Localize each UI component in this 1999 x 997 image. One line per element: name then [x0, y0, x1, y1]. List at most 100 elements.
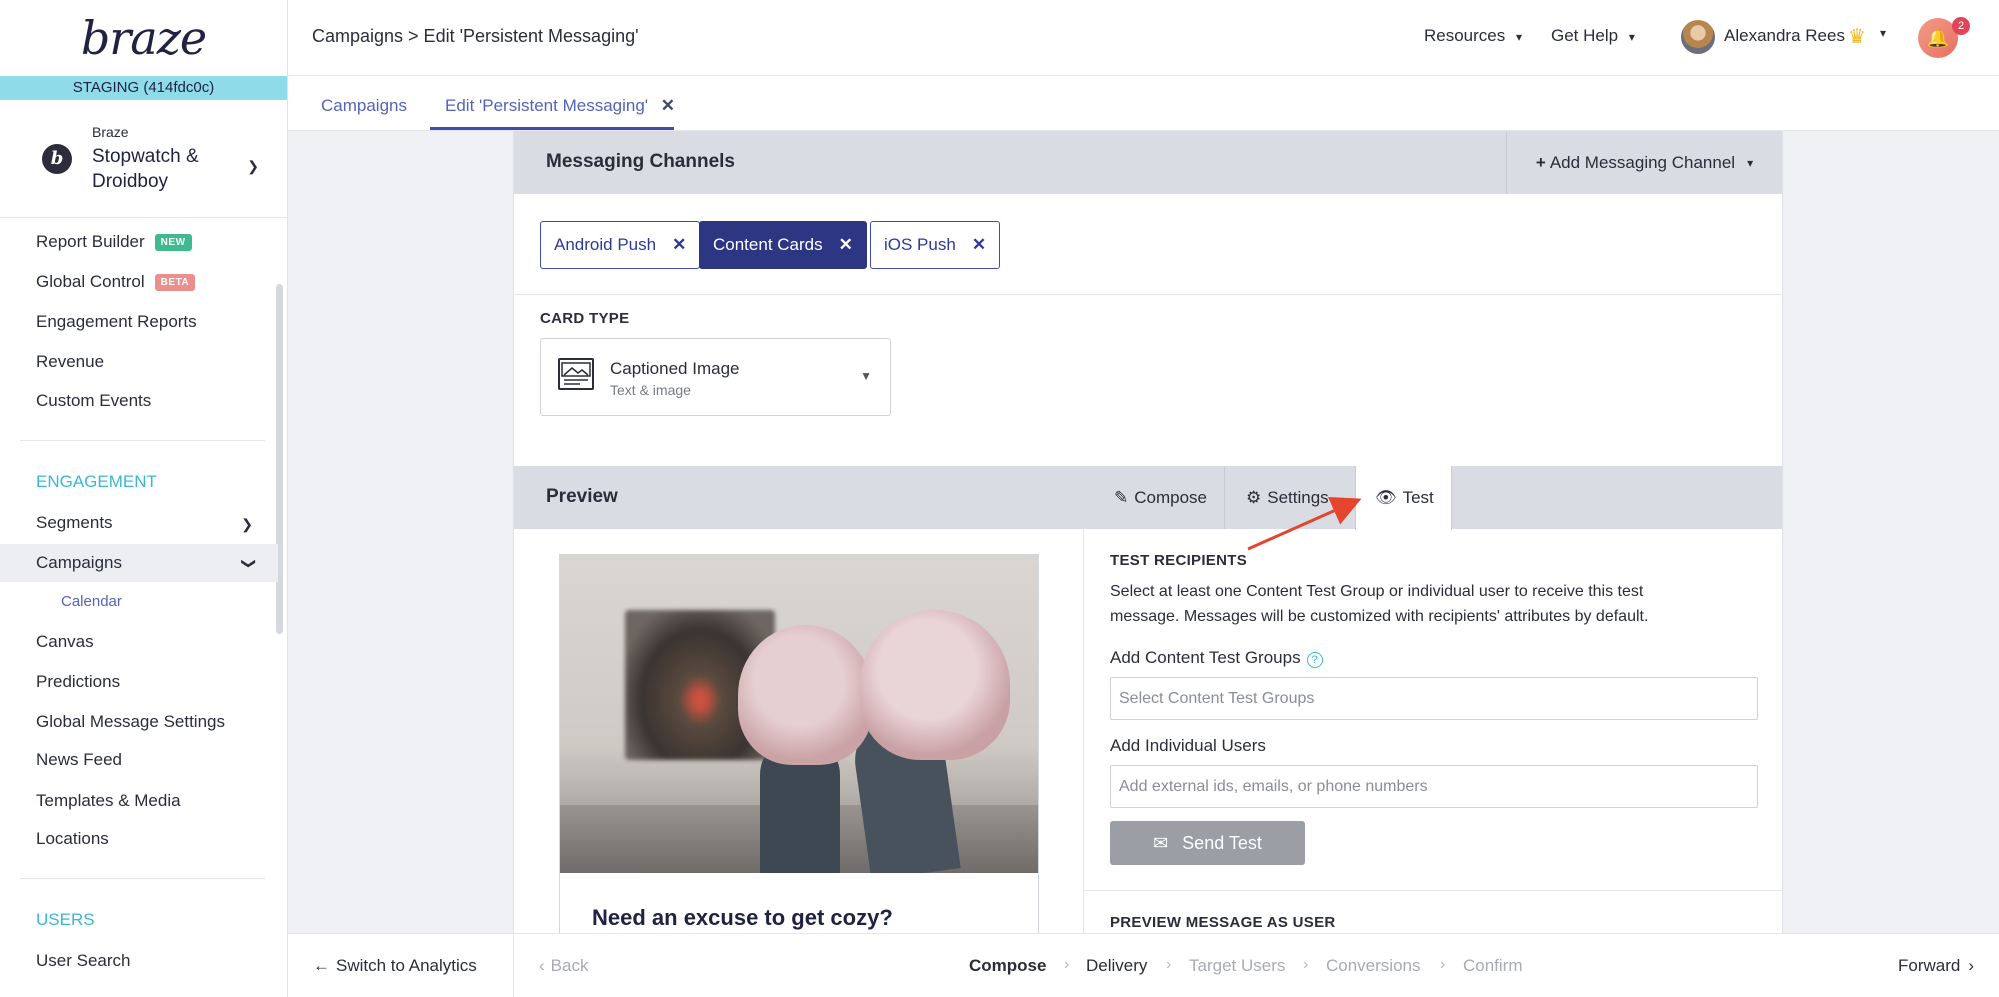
close-icon[interactable]: ✕ [672, 235, 686, 255]
close-icon[interactable]: ✕ [839, 235, 853, 255]
chevron-down-icon: ▾ [1747, 155, 1754, 170]
sidebar-divider [20, 440, 265, 441]
channel-chip-content-cards[interactable]: Content Cards ✕ [699, 221, 867, 269]
forward-button[interactable]: Forward › [1898, 956, 1974, 976]
sidebar-item-report-builder[interactable]: Report Builder NEW [36, 232, 192, 252]
channel-chip-ios-push[interactable]: iOS Push ✕ [870, 221, 1001, 269]
braze-logo[interactable]: braze [0, 0, 287, 76]
messaging-channels-title: Messaging Channels [546, 151, 735, 172]
sidebar-item-custom-events[interactable]: Custom Events [36, 391, 151, 411]
individual-users-input[interactable]: Add external ids, emails, or phone numbe… [1110, 765, 1758, 808]
divider [1083, 529, 1084, 933]
user-name[interactable]: Alexandra Rees [1724, 26, 1845, 46]
step-conversions[interactable]: Conversions [1326, 956, 1421, 976]
sidebar-item-locations[interactable]: Locations [36, 829, 109, 849]
step-target-users[interactable]: Target Users [1189, 956, 1285, 976]
card-type-name: Captioned Image [610, 359, 740, 378]
pencil-icon: ✎ [1114, 487, 1129, 507]
sidebar-item-global-message-settings[interactable]: Global Message Settings [36, 712, 225, 732]
tab-edit-campaign[interactable]: Edit 'Persistent Messaging' ✕ [445, 96, 675, 116]
divider [513, 934, 514, 997]
chevron-down-icon: ▾ [1516, 30, 1523, 44]
switch-to-analytics-button[interactable]: ← Switch to Analytics [313, 956, 477, 976]
arrow-left-icon: ← [313, 956, 330, 975]
preview-as-user-heading: PREVIEW MESSAGE AS USER [1110, 914, 1336, 931]
test-recipients-heading: TEST RECIPIENTS [1110, 552, 1248, 569]
workspace-name: Stopwatch & Droidboy [92, 145, 199, 192]
chevron-right-icon: › [1968, 956, 1975, 975]
step-delivery[interactable]: Delivery [1086, 956, 1147, 976]
tab-settings[interactable]: ⚙ Settings [1226, 466, 1349, 529]
card-type-select[interactable]: Captioned Image Text & image ▼ [540, 338, 891, 416]
caret-down-icon: ▼ [860, 369, 872, 383]
messaging-channels-header: Messaging Channels + Add Messaging Chann… [514, 131, 1782, 194]
channel-chip-android-push[interactable]: Android Push ✕ [540, 221, 701, 269]
breadcrumb: Campaigns > Edit 'Persistent Messaging' [312, 26, 639, 46]
close-icon[interactable]: ✕ [972, 235, 986, 255]
envelope-icon: ✉ [1153, 832, 1169, 853]
sidebar-item-campaigns[interactable]: Campaigns [36, 553, 122, 573]
eye-icon: 👁 [1375, 487, 1397, 507]
footer-nav: ← Switch to Analytics ‹ Back Compose › Del… [288, 933, 1999, 997]
divider [514, 294, 1782, 295]
tab-compose[interactable]: ✎ Compose [1094, 466, 1227, 529]
chevron-down-icon: ❯ [247, 158, 259, 174]
chevron-right-icon: › [1064, 956, 1070, 973]
card-image [560, 555, 1038, 873]
gear-icon: ⚙ [1246, 487, 1262, 507]
sidebar-item-revenue[interactable]: Revenue [36, 352, 104, 372]
plus-icon: + [1535, 152, 1546, 172]
help-icon[interactable]: ? [1306, 652, 1323, 668]
tab-separator [1224, 466, 1225, 529]
card-type-description: Text & image [610, 382, 691, 398]
sidebar-item-predictions[interactable]: Predictions [36, 672, 120, 692]
org-name: Braze [92, 123, 129, 140]
content-test-groups-select[interactable]: Select Content Test Groups [1110, 677, 1758, 720]
new-badge: NEW [154, 233, 192, 251]
chevron-left-icon: ‹ [539, 956, 545, 975]
avatar[interactable] [1681, 20, 1715, 54]
beta-badge: BETA [154, 273, 196, 291]
back-button[interactable]: ‹ Back [539, 956, 588, 976]
resources-menu[interactable]: Resources ▾ [1424, 26, 1522, 46]
crown-icon: ♛ [1848, 26, 1866, 48]
get-help-menu[interactable]: Get Help ▾ [1551, 26, 1635, 46]
chevron-right-icon: ❯ [241, 516, 253, 532]
sidebar-item-engagement-reports[interactable]: Engagement Reports [36, 312, 197, 332]
sidebar-item-templates-media[interactable]: Templates & Media [36, 791, 181, 811]
content-test-groups-label: Add Content Test Groups? [1110, 648, 1323, 668]
content-card-preview: Need an excuse to get cozy? [559, 554, 1039, 933]
chevron-right-icon: › [1303, 956, 1309, 973]
sidebar-item-global-control[interactable]: Global Control BETA [36, 272, 196, 292]
chevron-right-icon: › [1166, 956, 1172, 973]
top-header: Campaigns > Edit 'Persistent Messaging' … [288, 0, 1999, 76]
chevron-down-icon: ▾ [1628, 30, 1635, 44]
close-icon[interactable]: ✕ [661, 96, 675, 115]
sidebar-item-news-feed[interactable]: News Feed [36, 750, 122, 770]
sidebar-item-calendar[interactable]: Calendar [61, 593, 122, 610]
users-heading: USERS [36, 910, 95, 929]
individual-users-label: Add Individual Users [1110, 736, 1266, 755]
sidebar-item-canvas[interactable]: Canvas [36, 632, 94, 652]
step-compose[interactable]: Compose [969, 956, 1046, 976]
send-test-button[interactable]: ✉ Send Test [1110, 821, 1305, 865]
chevron-down-icon: ❯ [241, 557, 258, 570]
sidebar-item-user-search[interactable]: User Search [36, 951, 130, 971]
active-tab-indicator [430, 127, 674, 130]
workspace-switcher[interactable]: b Braze Stopwatch & Droidboy ❯ [0, 100, 287, 218]
sidebar-item-segments[interactable]: Segments [36, 513, 256, 533]
test-description: Select at least one Content Test Group o… [1110, 583, 1649, 625]
captioned-image-icon [558, 358, 594, 390]
divider [1084, 890, 1782, 891]
step-confirm[interactable]: Confirm [1463, 956, 1523, 976]
card-headline: Need an excuse to get cozy? [592, 905, 893, 930]
tab-test[interactable]: 👁 Test [1355, 466, 1454, 529]
chevron-down-icon[interactable]: ▾ [1880, 26, 1886, 40]
sidebar: braze STAGING (414fdc0c) b Braze Stopwat… [0, 0, 288, 997]
chevron-right-icon: › [1440, 956, 1446, 973]
sidebar-divider [20, 878, 265, 879]
company-logo-icon: b [42, 143, 72, 174]
engagement-heading: ENGAGEMENT [36, 472, 157, 491]
tab-campaigns[interactable]: Campaigns [321, 96, 407, 116]
add-messaging-channel-button[interactable]: + Add Messaging Channel ▾ [1506, 131, 1782, 194]
